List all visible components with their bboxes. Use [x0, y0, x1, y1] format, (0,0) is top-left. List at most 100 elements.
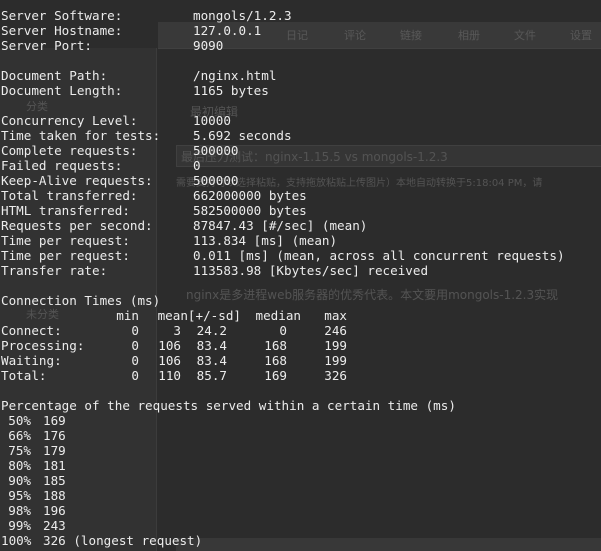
stat-field-label: Complete requests: [1, 143, 138, 158]
stat-field-value: 5.692 seconds [193, 128, 292, 143]
stat-field-value: 0 [193, 158, 201, 173]
cell-min: 0 [131, 353, 139, 368]
stat-field-line: HTML transferred: 582500000 bytes [1, 203, 565, 218]
percentile-ms: 326 (longest request) [43, 533, 203, 548]
cell-max: 199 [324, 338, 347, 353]
server-field-line: Server Port: 9090 [1, 38, 565, 53]
percentile-ms: 185 [43, 473, 66, 488]
stat-field-line: Failed requests: 0 [1, 158, 565, 173]
percentile-row: 98% 196 [1, 503, 565, 518]
percentile-row: 50% 169 [1, 413, 565, 428]
cell-max: 246 [324, 323, 347, 338]
cell-median: 169 [264, 368, 287, 383]
cell-median: 168 [264, 338, 287, 353]
stat-field-label: Time taken for tests: [1, 128, 161, 143]
stat-field-value: 113.834 [ms] (mean) [193, 233, 338, 248]
percentile-ms: 179 [43, 443, 66, 458]
percentile-ms: 243 [43, 518, 66, 533]
cell-name: Waiting: [1, 353, 62, 368]
server-field-value: 127.0.0.1 [193, 23, 262, 38]
stat-field-value: 582500000 bytes [193, 203, 307, 218]
stat-field-label: Time per request: [1, 233, 130, 248]
document-field-value: 1165 bytes [193, 83, 269, 98]
percentile-ms: 196 [43, 503, 66, 518]
cell-mean: 106 [158, 338, 181, 353]
cell-sd: 83.4 [196, 338, 227, 353]
cell-name: Processing: [1, 338, 85, 353]
percentile-row: 95% 188 [1, 488, 565, 503]
percentile-pct: 80% [8, 458, 31, 473]
percentile-pct: 98% [8, 503, 31, 518]
cell-median: 168 [264, 353, 287, 368]
percentiles-title: Percentage of the requests served within… [1, 398, 456, 413]
connection-times-row: Waiting: 0 106 83.4 168 199 [1, 353, 565, 368]
stat-field-label: Requests per second: [1, 218, 153, 233]
server-field-label: Server Software: [1, 8, 123, 23]
stat-field-value: 500000 [193, 173, 239, 188]
cell-sd: 24.2 [196, 323, 227, 338]
cell-name: Connect: [1, 323, 62, 338]
stat-field-value: 0.011 [ms] (mean, across all concurrent … [193, 248, 565, 263]
stat-field-label: HTML transferred: [1, 203, 130, 218]
stat-field-value: 10000 [193, 113, 231, 128]
document-field-line: Document Length: 1165 bytes [1, 83, 565, 98]
server-field-line: Server Hostname: 127.0.0.1 [1, 23, 565, 38]
connection-times-row: Connect: 0 3 24.2 0 246 [1, 323, 565, 338]
stat-field-line: Time per request: 0.011 [ms] (mean, acros… [1, 248, 565, 263]
stat-field-label: Keep-Alive requests: [1, 173, 153, 188]
percentile-pct: 95% [8, 488, 31, 503]
stat-field-line: Complete requests: 500000 [1, 143, 565, 158]
document-field-value: /nginx.html [193, 68, 277, 83]
document-field-line: Document Path: /nginx.html [1, 68, 565, 83]
column-header: max [324, 308, 347, 323]
server-field-label: Server Hostname: [1, 23, 123, 38]
stat-field-label: Time per request: [1, 248, 130, 263]
cell-min: 0 [131, 368, 139, 383]
cell-name: Total: [1, 368, 47, 383]
cell-mean: 106 [158, 353, 181, 368]
percentile-pct: 99% [8, 518, 31, 533]
percentile-row: 80% 181 [1, 458, 565, 473]
connection-times-row: Processing: 0 106 83.4 168 199 [1, 338, 565, 353]
stat-field-value: 662000000 bytes [193, 188, 307, 203]
stat-field-value: 500000 [193, 143, 239, 158]
stat-field-line: Concurrency Level: 10000 [1, 113, 565, 128]
server-field-value: mongols/1.2.3 [193, 8, 292, 23]
stat-field-label: Transfer rate: [1, 263, 108, 278]
connection-times-header: min mean[+/-sd] median max [1, 308, 565, 323]
percentile-pct: 75% [8, 443, 31, 458]
column-header: median [255, 308, 302, 323]
cell-median: 0 [279, 323, 287, 338]
percentile-ms: 188 [43, 488, 66, 503]
cell-mean: 3 [173, 323, 181, 338]
percentile-row: 90% 185 [1, 473, 565, 488]
percentile-ms: 176 [43, 428, 66, 443]
cell-mean: 110 [158, 368, 181, 383]
stat-field-line: Transfer rate: 113583.98 [Kbytes/sec] rec… [1, 263, 565, 278]
stat-field-label: Failed requests: [1, 158, 123, 173]
percentile-pct: 66% [8, 428, 31, 443]
cell-min: 0 [131, 323, 139, 338]
percentile-row: 66% 176 [1, 428, 565, 443]
stat-field-line: Requests per second: 87847.43 [#/sec] (me… [1, 218, 565, 233]
stat-field-label: Total transferred: [1, 188, 138, 203]
percentile-row: 75% 179 [1, 443, 565, 458]
connection-times-title: Connection Times (ms) [1, 293, 161, 308]
stat-field-line: Keep-Alive requests: 500000 [1, 173, 565, 188]
document-field-label: Document Length: [1, 83, 123, 98]
document-field-label: Document Path: [1, 68, 108, 83]
stat-field-value: 87847.43 [#/sec] (mean) [193, 218, 368, 233]
terminal-output: Server Software: mongols/1.2.3 Server Host… [1, 8, 565, 548]
column-header: min [116, 308, 139, 323]
stat-field-line: Time per request: 113.834 [ms] (mean) [1, 233, 565, 248]
stat-field-line: Time taken for tests: 5.692 seconds [1, 128, 565, 143]
stat-field-label: Concurrency Level: [1, 113, 138, 128]
percentile-ms: 169 [43, 413, 66, 428]
percentile-pct: 100% [1, 533, 32, 548]
percentile-ms: 181 [43, 458, 66, 473]
percentile-pct: 50% [8, 413, 31, 428]
stat-field-line: Total transferred: 662000000 bytes [1, 188, 565, 203]
